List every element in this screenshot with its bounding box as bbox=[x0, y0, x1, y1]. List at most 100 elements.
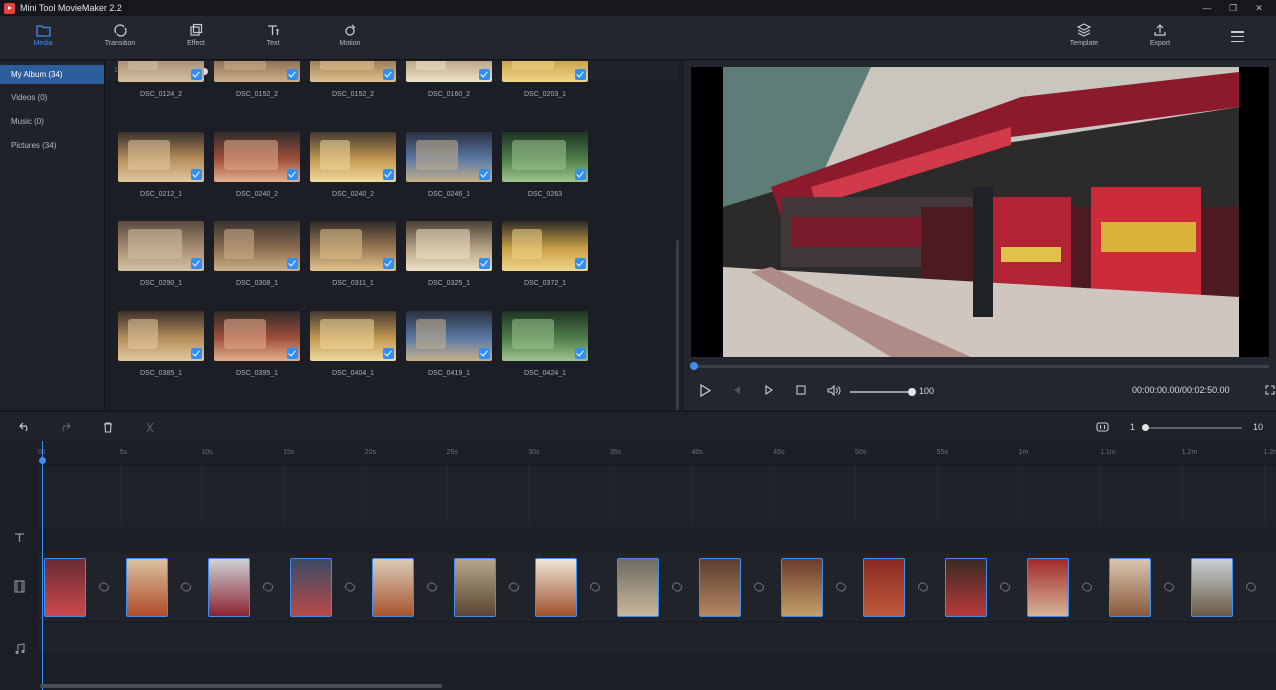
timeline-clip[interactable] bbox=[781, 558, 824, 617]
maximize-button[interactable]: ❐ bbox=[1220, 0, 1246, 16]
music-track[interactable] bbox=[38, 623, 1276, 653]
media-thumbnail[interactable] bbox=[118, 132, 204, 182]
transition-slot-icon[interactable] bbox=[262, 581, 274, 593]
selected-checkbox-icon[interactable] bbox=[383, 348, 394, 359]
timeline-zoom-handle[interactable] bbox=[1142, 424, 1149, 431]
export-button[interactable]: Export bbox=[1130, 20, 1190, 58]
next-frame-button[interactable] bbox=[762, 383, 776, 397]
media-thumbnail[interactable] bbox=[310, 132, 396, 182]
selected-checkbox-icon[interactable] bbox=[287, 348, 298, 359]
media-thumbnail[interactable] bbox=[310, 311, 396, 361]
timeline-clip[interactable] bbox=[207, 558, 250, 617]
timeline-clip[interactable] bbox=[371, 558, 414, 617]
volume-button[interactable] bbox=[826, 383, 842, 397]
timeline-zoom-slider[interactable] bbox=[1142, 427, 1242, 429]
overlay-track[interactable] bbox=[38, 465, 1276, 527]
undo-button[interactable] bbox=[18, 420, 32, 434]
transition-slot-icon[interactable] bbox=[1163, 581, 1175, 593]
selected-checkbox-icon[interactable] bbox=[479, 169, 490, 180]
media-thumbnail[interactable] bbox=[118, 311, 204, 361]
transition-slot-icon[interactable] bbox=[508, 581, 520, 593]
transition-slot-icon[interactable] bbox=[1081, 581, 1093, 593]
media-thumbnail[interactable] bbox=[502, 61, 588, 82]
transition-slot-icon[interactable] bbox=[835, 581, 847, 593]
selected-checkbox-icon[interactable] bbox=[191, 348, 202, 359]
preview-seek-bar[interactable] bbox=[692, 365, 1269, 368]
transition-slot-icon[interactable] bbox=[753, 581, 765, 593]
media-thumbnail[interactable] bbox=[214, 221, 300, 271]
media-thumbnail[interactable] bbox=[502, 311, 588, 361]
transition-slot-icon[interactable] bbox=[671, 581, 683, 593]
fullscreen-button[interactable] bbox=[1264, 383, 1276, 397]
stop-button[interactable] bbox=[794, 383, 808, 397]
media-thumbnail[interactable] bbox=[406, 311, 492, 361]
playhead-handle[interactable] bbox=[39, 457, 46, 464]
transition-slot-icon[interactable] bbox=[917, 581, 929, 593]
playhead[interactable] bbox=[42, 441, 43, 690]
selected-checkbox-icon[interactable] bbox=[191, 258, 202, 269]
minimize-button[interactable]: — bbox=[1194, 0, 1220, 16]
timeline-clip[interactable] bbox=[617, 558, 660, 617]
timeline-clip[interactable] bbox=[1190, 558, 1233, 617]
tab-media[interactable]: Media bbox=[13, 20, 73, 58]
volume-slider[interactable] bbox=[850, 391, 912, 393]
selected-checkbox-icon[interactable] bbox=[191, 69, 202, 80]
timeline-clip[interactable] bbox=[453, 558, 496, 617]
timeline-clip[interactable] bbox=[863, 558, 905, 617]
split-button[interactable] bbox=[143, 420, 157, 434]
tab-transition[interactable]: Transition bbox=[90, 20, 150, 58]
selected-checkbox-icon[interactable] bbox=[287, 169, 298, 180]
media-thumbnail[interactable] bbox=[310, 221, 396, 271]
media-thumbnail[interactable] bbox=[214, 311, 300, 361]
selected-checkbox-icon[interactable] bbox=[383, 169, 394, 180]
selected-checkbox-icon[interactable] bbox=[479, 348, 490, 359]
media-thumbnail[interactable] bbox=[502, 132, 588, 182]
preview-seek-handle[interactable] bbox=[690, 362, 698, 370]
selected-checkbox-icon[interactable] bbox=[191, 169, 202, 180]
media-thumbnail[interactable] bbox=[310, 61, 396, 82]
selected-checkbox-icon[interactable] bbox=[575, 348, 586, 359]
tab-text[interactable]: Text bbox=[243, 20, 303, 58]
media-thumbnail[interactable] bbox=[118, 61, 204, 82]
transition-slot-icon[interactable] bbox=[344, 581, 356, 593]
transition-slot-icon[interactable] bbox=[999, 581, 1011, 593]
sidebar-item-pictures[interactable]: Pictures (34) bbox=[0, 134, 104, 158]
timeline-clip[interactable] bbox=[44, 558, 86, 617]
timeline-clip[interactable] bbox=[125, 558, 168, 617]
timeline-clip[interactable] bbox=[944, 558, 987, 617]
media-thumbnail[interactable] bbox=[502, 221, 588, 271]
volume-handle[interactable] bbox=[908, 388, 916, 396]
timeline-clip[interactable] bbox=[289, 558, 332, 617]
media-thumbnail[interactable] bbox=[118, 221, 204, 271]
timeline-clip[interactable] bbox=[535, 558, 578, 617]
media-scrollbar[interactable] bbox=[676, 240, 679, 410]
template-button[interactable]: Template bbox=[1054, 20, 1114, 58]
transition-slot-icon[interactable] bbox=[589, 581, 601, 593]
selected-checkbox-icon[interactable] bbox=[479, 258, 490, 269]
text-track[interactable] bbox=[38, 527, 1276, 553]
timeline-ruler[interactable]: 0s5s10s15s20s25s30s35s40s45s50s55s1m1.1m… bbox=[38, 441, 1276, 465]
timeline-clip[interactable] bbox=[1026, 558, 1069, 617]
transition-slot-icon[interactable] bbox=[98, 581, 110, 593]
selected-checkbox-icon[interactable] bbox=[287, 69, 298, 80]
media-thumbnail[interactable] bbox=[214, 132, 300, 182]
selected-checkbox-icon[interactable] bbox=[383, 258, 394, 269]
timeline-clip[interactable] bbox=[1108, 558, 1151, 617]
selected-checkbox-icon[interactable] bbox=[575, 69, 586, 80]
media-thumbnail[interactable] bbox=[214, 61, 300, 82]
media-thumbnail[interactable] bbox=[406, 61, 492, 82]
transition-slot-icon[interactable] bbox=[1245, 581, 1257, 593]
previous-frame-button[interactable] bbox=[730, 383, 744, 397]
fit-timeline-button[interactable] bbox=[1095, 420, 1109, 434]
transition-slot-icon[interactable] bbox=[426, 581, 438, 593]
play-button[interactable] bbox=[698, 383, 712, 397]
media-thumbnail[interactable] bbox=[406, 221, 492, 271]
timeline-clip[interactable] bbox=[699, 558, 742, 617]
close-button[interactable]: ✕ bbox=[1246, 0, 1272, 16]
delete-button[interactable] bbox=[101, 420, 115, 434]
selected-checkbox-icon[interactable] bbox=[383, 69, 394, 80]
timeline-scrollbar[interactable] bbox=[40, 684, 442, 688]
sidebar-item-music[interactable]: Music (0) bbox=[0, 110, 104, 134]
sidebar-item-videos[interactable]: Videos (0) bbox=[0, 86, 104, 110]
transition-slot-icon[interactable] bbox=[180, 581, 192, 593]
